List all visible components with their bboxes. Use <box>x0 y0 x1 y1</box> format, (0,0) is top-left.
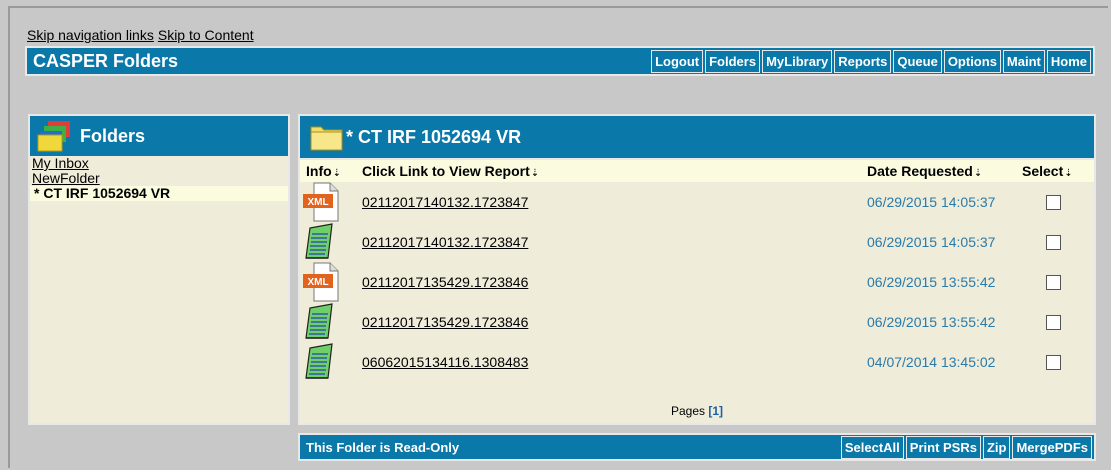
folders-panel-title: Folders <box>80 125 146 146</box>
report-table-header: Info⇣ Click Link to View Report⇣ Date Re… <box>300 160 1094 182</box>
select-all-button[interactable]: SelectAll <box>840 435 904 459</box>
folders-panel: Folders My Inbox NewFolder * CT IRF 1052… <box>28 114 290 425</box>
report-link[interactable]: 02112017135429.1723846 <box>362 314 528 330</box>
read-only-status: This Folder is Read-Only <box>306 439 460 455</box>
column-header-info[interactable]: Info⇣ <box>300 163 362 179</box>
home-button[interactable]: Home <box>1046 49 1091 73</box>
skip-navigation-link[interactable]: Skip navigation links <box>27 27 154 43</box>
select-checkbox[interactable] <box>1045 354 1061 370</box>
row-info-cell <box>300 302 362 342</box>
select-checkbox[interactable] <box>1045 234 1061 250</box>
folder-actions-bar: This Folder is Read-Only SelectAll Print… <box>298 433 1096 461</box>
merge-pdfs-button[interactable]: MergePDFs <box>1012 435 1092 459</box>
column-label: Date Requested <box>867 163 973 179</box>
folder-item-selected[interactable]: * CT IRF 1052694 VR <box>30 186 288 201</box>
header-bar: CASPER Folders Logout Folders MyLibrary … <box>25 46 1095 76</box>
column-header-date-requested[interactable]: Date Requested⇣ <box>867 163 1022 179</box>
folder-item-newfolder[interactable]: NewFolder <box>30 171 288 186</box>
sort-arrow-icon[interactable]: ⇣ <box>333 168 341 179</box>
folder-link[interactable]: My Inbox <box>32 155 89 171</box>
row-info-cell <box>300 222 362 262</box>
folder-link[interactable]: NewFolder <box>32 170 100 186</box>
notepad-icon[interactable] <box>302 302 342 342</box>
skip-to-content-link[interactable]: Skip to Content <box>158 27 254 43</box>
date-requested: 06/29/2015 14:05:37 <box>867 234 996 250</box>
xml-icon-label: XML <box>307 197 328 208</box>
folder-icon <box>310 126 343 151</box>
column-header-select[interactable]: Select⇣ <box>1022 163 1092 179</box>
logout-button[interactable]: Logout <box>651 49 704 73</box>
notepad-icon[interactable] <box>302 222 342 262</box>
row-info-cell: XML <box>300 182 362 222</box>
sort-arrow-icon[interactable]: ⇣ <box>531 168 539 179</box>
report-link[interactable]: 02112017140132.1723847 <box>362 194 528 210</box>
sort-arrow-icon[interactable]: ⇣ <box>1064 168 1072 179</box>
pages-label: Pages <box>670 404 705 418</box>
main-nav: Logout Folders MyLibrary Reports Queue O… <box>651 49 1093 73</box>
folder-actions: SelectAll Print PSRs Zip MergePDFs <box>840 435 1094 459</box>
skip-links: Skip navigation links Skip to Content <box>27 27 258 43</box>
column-label: Info <box>306 163 332 179</box>
column-label: Click Link to View Report <box>362 163 530 179</box>
table-row: 02112017140132.1723847 06/29/2015 14:05:… <box>300 222 1094 262</box>
table-row: 02112017135429.1723846 06/29/2015 13:55:… <box>300 302 1094 342</box>
folder-item-my-inbox[interactable]: My Inbox <box>30 156 288 171</box>
xml-file-icon[interactable]: XML <box>302 262 342 302</box>
sort-arrow-icon[interactable]: ⇣ <box>974 168 982 179</box>
queue-button[interactable]: Queue <box>893 49 942 73</box>
xml-icon-label: XML <box>307 277 328 288</box>
zip-button[interactable]: Zip <box>982 435 1011 459</box>
folders-panel-header: Folders <box>30 116 288 156</box>
select-checkbox[interactable] <box>1045 194 1061 210</box>
report-link[interactable]: 02112017140132.1723847 <box>362 234 528 250</box>
row-info-cell: XML <box>300 262 362 302</box>
select-checkbox[interactable] <box>1045 314 1061 330</box>
table-row: XML 02112017135429.1723846 06/29/2015 13… <box>300 262 1094 302</box>
row-info-cell <box>300 342 362 382</box>
folders-button[interactable]: Folders <box>705 49 761 73</box>
pagination: Pages [1] <box>300 404 1094 418</box>
folders-list: My Inbox NewFolder * CT IRF 1052694 VR <box>30 156 288 201</box>
reports-button[interactable]: Reports <box>834 49 892 73</box>
app-title: CASPER Folders <box>33 50 179 71</box>
select-checkbox[interactable] <box>1045 274 1061 290</box>
report-link[interactable]: 06062015134116.1308483 <box>362 354 528 370</box>
column-header-report-link[interactable]: Click Link to View Report⇣ <box>362 163 867 179</box>
mylibrary-button[interactable]: MyLibrary <box>762 49 833 73</box>
column-label: Select <box>1022 163 1064 179</box>
date-requested: 06/29/2015 13:55:42 <box>867 274 996 290</box>
maint-button[interactable]: Maint <box>1002 49 1045 73</box>
folder-title: * CT IRF 1052694 VR <box>346 126 522 147</box>
date-requested: 06/29/2015 14:05:37 <box>867 194 996 210</box>
table-row: XML 02112017140132.1723847 06/29/2015 14… <box>300 182 1094 222</box>
folder-contents-panel: * CT IRF 1052694 VR Info⇣ Click Link to … <box>298 114 1096 425</box>
report-link[interactable]: 02112017135429.1723846 <box>362 274 528 290</box>
table-row: 06062015134116.1308483 04/07/2014 13:45:… <box>300 342 1094 382</box>
date-requested: 06/29/2015 13:55:42 <box>867 314 996 330</box>
notepad-icon[interactable] <box>302 342 342 382</box>
folder-contents-header: * CT IRF 1052694 VR <box>300 116 1094 160</box>
date-requested: 04/07/2014 13:45:02 <box>867 354 996 370</box>
folders-stack-icon <box>37 121 70 152</box>
page-link[interactable]: [1] <box>708 404 723 418</box>
options-button[interactable]: Options <box>943 49 1001 73</box>
print-psrs-button[interactable]: Print PSRs <box>905 435 981 459</box>
xml-file-icon[interactable]: XML <box>302 182 342 222</box>
